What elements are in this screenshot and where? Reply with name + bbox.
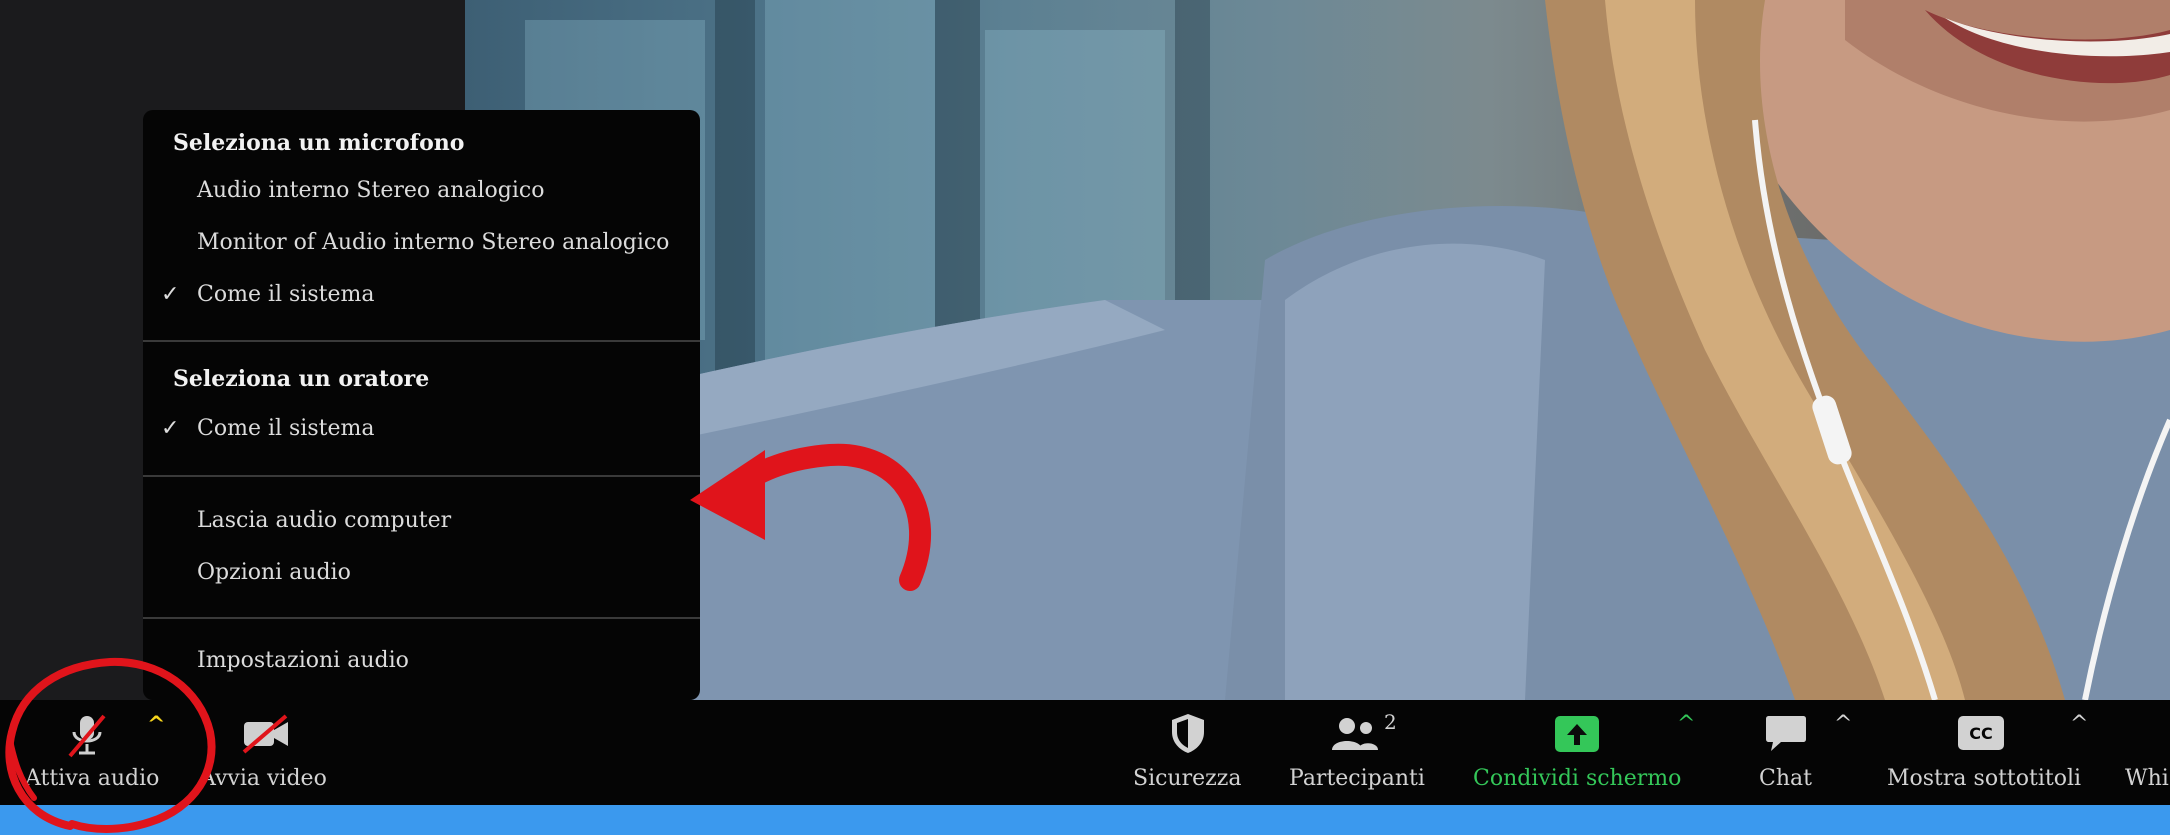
chat-bubble-icon[interactable] <box>1765 714 1807 754</box>
share-screen-icon[interactable] <box>1555 716 1599 752</box>
participants-button[interactable]: Partecipanti <box>1289 766 1425 791</box>
cc-icon-text: CC <box>1969 723 1993 743</box>
meeting-toolbar: ^ Attiva audio Avvia video Sicurezza 2 P… <box>0 700 2170 805</box>
people-icon[interactable] <box>1330 716 1380 752</box>
shield-icon[interactable] <box>1170 712 1206 754</box>
participants-count: 2 <box>1384 710 1397 734</box>
security-button[interactable]: Sicurezza <box>1133 766 1241 791</box>
mic-option-monitor[interactable]: Monitor of Audio interno Stereo analogic… <box>197 230 669 255</box>
mic-option-internal[interactable]: Audio interno Stereo analogico <box>197 178 544 203</box>
annotation-arrow <box>690 443 931 591</box>
cc-icon[interactable]: CC <box>1958 716 2004 750</box>
share-options-caret[interactable]: ^ <box>1677 712 1695 737</box>
captions-options-caret[interactable]: ^ <box>2070 712 2088 737</box>
audio-menu: Seleziona un microfono Audio interno Ste… <box>143 110 700 700</box>
menu-divider <box>143 617 700 619</box>
mic-option-system[interactable]: Come il sistema <box>197 282 374 307</box>
show-captions-button[interactable]: Mostra sottotitoli <box>1887 766 2081 791</box>
speaker-section-header: Seleziona un oratore <box>173 366 430 392</box>
speaker-check-icon: ✓ <box>161 416 180 441</box>
menu-divider <box>143 340 700 342</box>
mic-check-icon: ✓ <box>161 282 180 307</box>
mic-section-header: Seleziona un microfono <box>173 130 465 156</box>
bottom-bar <box>0 805 2170 835</box>
video-off-icon[interactable] <box>240 714 292 754</box>
speaker-option-system[interactable]: Come il sistema <box>197 416 374 441</box>
annotation-circle <box>5 657 216 833</box>
whiteboard-button[interactable]: Whi <box>2125 766 2169 791</box>
meeting-window: Seleziona un microfono Audio interno Ste… <box>0 0 2170 835</box>
share-screen-button[interactable]: Condividi schermo <box>1473 766 1681 791</box>
chat-button[interactable]: Chat <box>1759 766 1812 791</box>
leave-computer-audio-item[interactable]: Lascia audio computer <box>197 508 451 533</box>
menu-divider <box>143 475 700 477</box>
audio-options-item[interactable]: Opzioni audio <box>197 560 351 585</box>
chat-options-caret[interactable]: ^ <box>1834 712 1852 737</box>
